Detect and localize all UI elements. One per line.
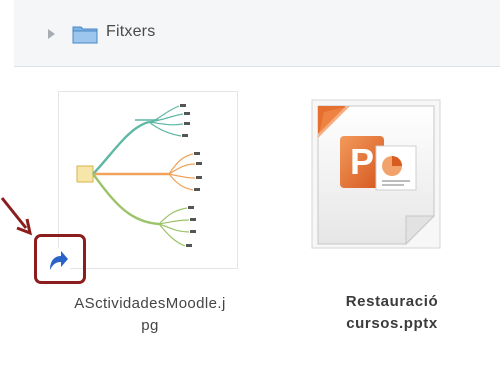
- powerpoint-icon[interactable]: P: [310, 98, 442, 250]
- shortcut-arrow-icon: [44, 248, 70, 279]
- folder-icon: [72, 24, 98, 49]
- annotation-arrow-icon: [0, 196, 36, 241]
- expand-toggle-icon[interactable]: [48, 29, 55, 39]
- folder-label[interactable]: Fitxers: [106, 23, 155, 41]
- file-name-pptx[interactable]: Restauració cursos.pptx: [318, 291, 466, 335]
- file-name-mindmap[interactable]: ASctividadesMoodle.j pg: [40, 293, 260, 337]
- svg-text:P: P: [350, 141, 374, 182]
